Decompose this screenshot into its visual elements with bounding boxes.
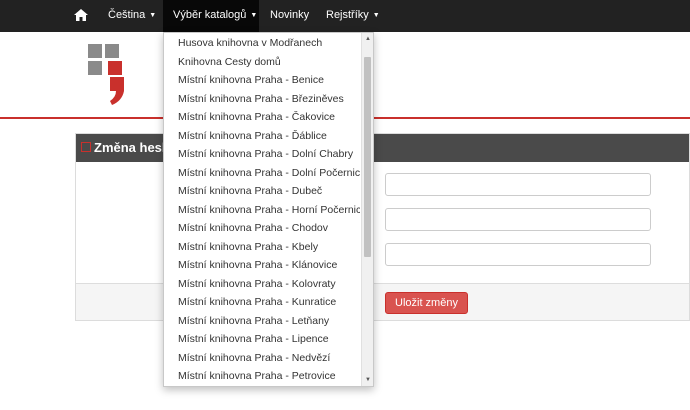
scroll-down-icon[interactable]: ▼ — [362, 374, 373, 386]
catalog-item[interactable]: Místní knihovna Praha - Ďáblice — [164, 127, 360, 146]
dropdown-scrollbar[interactable]: ▲ ▼ — [361, 33, 373, 386]
logo-square — [88, 61, 102, 75]
home-link[interactable] — [72, 0, 90, 32]
scroll-thumb[interactable] — [364, 57, 371, 257]
catalog-item[interactable]: Místní knihovna Praha - Kolovraty — [164, 275, 360, 294]
confirm-password-field[interactable] — [385, 243, 651, 266]
catalog-item[interactable]: Husova knihovna v Modřanech — [164, 34, 360, 53]
catalog-item[interactable]: Místní knihovna Praha - Nedvězí — [164, 349, 360, 368]
new-password-field[interactable] — [385, 208, 651, 231]
caret-down-icon: ▼ — [372, 12, 380, 19]
panel-title: Změna hesla — [94, 140, 173, 155]
catalog-item[interactable]: Místní knihovna Praha - Horní Počernice — [164, 201, 360, 220]
catalog-item[interactable]: Místní knihovna Praha - Dolní Chabry — [164, 145, 360, 164]
save-changes-button[interactable]: Uložit změny — [385, 292, 468, 314]
catalog-item[interactable]: Místní knihovna Praha - Dubeč — [164, 182, 360, 201]
catalog-item[interactable]: Místní knihovna Praha - Kunratice — [164, 293, 360, 312]
language-menu[interactable]: Čeština ▼ — [108, 0, 156, 32]
catalog-list: Husova knihovna v Modřanech Knihovna Cest… — [164, 34, 360, 386]
language-label: Čeština — [108, 9, 146, 21]
library-logo[interactable] — [88, 44, 138, 105]
caret-down-icon: ▼ — [250, 12, 258, 19]
catalog-item[interactable]: Místní knihovna Praha - Čakovice — [164, 108, 360, 127]
catalog-item[interactable]: Knihovna Cesty domů — [164, 53, 360, 72]
caret-down-icon: ▼ — [149, 12, 157, 19]
catalog-dropdown: Husova knihovna v Modřanech Knihovna Cest… — [163, 32, 374, 387]
catalog-item[interactable]: Místní knihovna Praha - Letňany — [164, 312, 360, 331]
news-label: Novinky — [270, 9, 310, 21]
catalog-menu[interactable]: Výběr katalogů ▼ — [163, 0, 259, 32]
registry-menu[interactable]: Rejstříky ▼ — [326, 0, 380, 32]
catalog-item[interactable]: Místní knihovna Praha - Chodov — [164, 219, 360, 238]
registry-label: Rejstříky — [326, 9, 369, 21]
logo-square — [88, 44, 102, 58]
current-password-field[interactable] — [385, 173, 651, 196]
panel-icon — [81, 142, 91, 152]
news-link[interactable]: Novinky — [270, 0, 309, 32]
catalog-item[interactable]: Místní knihovna Praha - Březiněves — [164, 90, 360, 109]
top-navbar: Čeština ▼ Výběr katalogů ▼ Novinky Rejstří… — [0, 0, 690, 32]
logo-square — [105, 44, 119, 58]
logo-comma-icon — [108, 61, 124, 105]
catalog-item[interactable]: Místní knihovna Praha - Kbely — [164, 238, 360, 257]
catalog-item[interactable]: Místní knihovna Praha - Benice — [164, 71, 360, 90]
catalog-item[interactable]: Místní knihovna Praha - Petrovice — [164, 367, 360, 386]
catalog-label: Výběr katalogů — [173, 9, 247, 21]
catalog-item[interactable]: Místní knihovna Praha - Dolní Počernice — [164, 164, 360, 183]
home-icon — [74, 9, 88, 21]
catalog-item[interactable]: Místní knihovna Praha - Lipence — [164, 330, 360, 349]
scroll-up-icon[interactable]: ▲ — [362, 33, 373, 45]
catalog-item[interactable]: Místní knihovna Praha - Klánovice — [164, 256, 360, 275]
